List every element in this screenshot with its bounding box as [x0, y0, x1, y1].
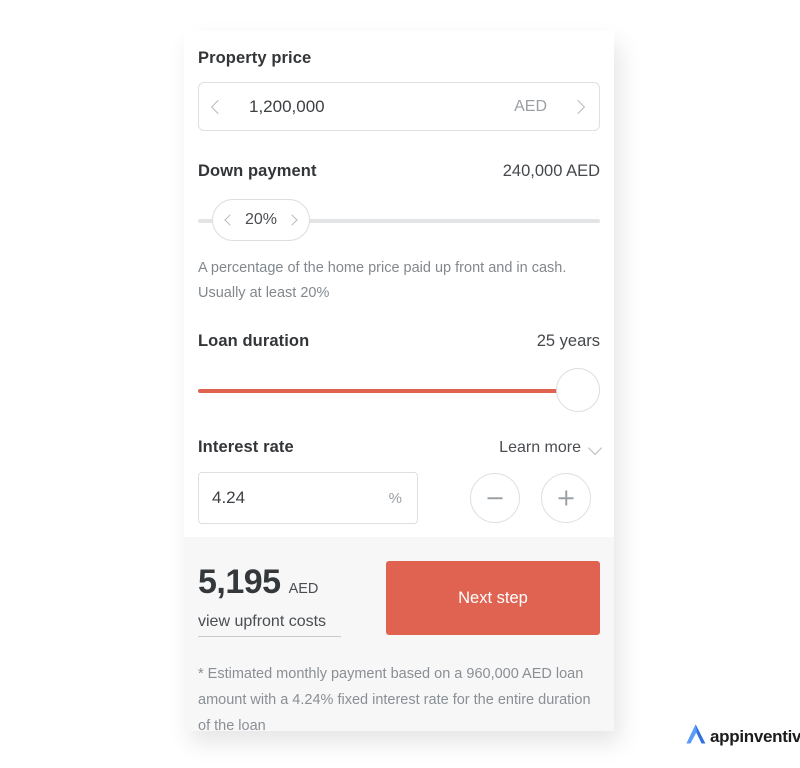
down-payment-slider[interactable]: 20%: [198, 199, 600, 243]
interest-rate-steppers: [470, 473, 600, 523]
interest-rate-section: Interest rate Learn more 4.24 %: [198, 414, 603, 524]
down-payment-header: Down payment 240,000 AED: [198, 162, 600, 181]
interest-rate-unit: %: [388, 489, 402, 507]
loan-duration-label: Loan duration: [198, 332, 310, 350]
down-payment-helper-text: A percentage of the home price paid up f…: [198, 260, 567, 301]
down-payment-amount: 240,000 AED: [502, 162, 600, 180]
chevron-right-icon[interactable]: [286, 214, 298, 226]
property-price-value[interactable]: 1,200,000: [223, 97, 514, 117]
appinventiv-logo-icon: [683, 722, 709, 751]
down-payment-section: Down payment 240,000 AED 20% A percentag…: [198, 131, 600, 306]
loan-duration-section: Loan duration 25 years: [198, 306, 600, 414]
appinventiv-logo-text: appinventiv: [710, 726, 800, 746]
monthly-payment-block: 5,195 AED view upfront costs: [198, 561, 341, 637]
interest-rate-controls: 4.24 %: [198, 472, 600, 524]
property-price-label: Property price: [198, 49, 312, 67]
mortgage-calculator-card: Property price 1,200,000 AED Down paymen…: [184, 31, 614, 734]
learn-more-link[interactable]: Learn more: [499, 439, 603, 457]
view-upfront-costs-underline: [198, 636, 341, 637]
monthly-payment-currency: AED: [288, 581, 319, 597]
loan-duration-value: 25 years: [536, 332, 600, 350]
loan-duration-header: Loan duration 25 years: [198, 332, 600, 351]
chevron-right-icon[interactable]: [570, 99, 586, 114]
down-payment-percent: 20%: [245, 211, 278, 228]
summary-panel: 5,195 AED view upfront costs Next step *…: [184, 537, 614, 734]
interest-rate-input[interactable]: 4.24 %: [198, 472, 418, 524]
property-price-input[interactable]: 1,200,000 AED: [198, 82, 600, 131]
chevron-down-icon: [587, 440, 603, 456]
interest-rate-value[interactable]: 4.24: [212, 488, 389, 508]
learn-more-label: Learn more: [499, 439, 581, 456]
loan-duration-slider-thumb[interactable]: [556, 368, 600, 412]
interest-rate-label: Interest rate: [198, 438, 294, 456]
chevron-left-icon[interactable]: [224, 214, 236, 226]
down-payment-stepper-pill[interactable]: 20%: [212, 199, 311, 241]
down-payment-label: Down payment: [198, 162, 317, 180]
property-price-currency: AED: [514, 97, 547, 115]
loan-duration-slider[interactable]: [198, 368, 600, 414]
calculator-form: Property price 1,200,000 AED Down paymen…: [184, 31, 614, 524]
view-upfront-costs-link[interactable]: view upfront costs: [198, 613, 341, 631]
minus-icon[interactable]: [470, 473, 520, 523]
interest-rate-header: Interest rate Learn more: [198, 438, 603, 457]
monthly-payment-amount-line: 5,195 AED: [198, 563, 341, 602]
monthly-payment-amount: 5,195: [198, 563, 281, 601]
property-price-section: Property price 1,200,000 AED: [198, 31, 600, 131]
plus-icon[interactable]: [541, 473, 591, 523]
disclaimer-text: * Estimated monthly payment based on a 9…: [198, 666, 591, 734]
appinventiv-logo: appinventiv: [683, 722, 800, 751]
next-step-button[interactable]: Next step: [386, 561, 600, 635]
summary-top-row: 5,195 AED view upfront costs Next step: [198, 561, 600, 637]
loan-duration-track-filled[interactable]: [198, 389, 580, 393]
